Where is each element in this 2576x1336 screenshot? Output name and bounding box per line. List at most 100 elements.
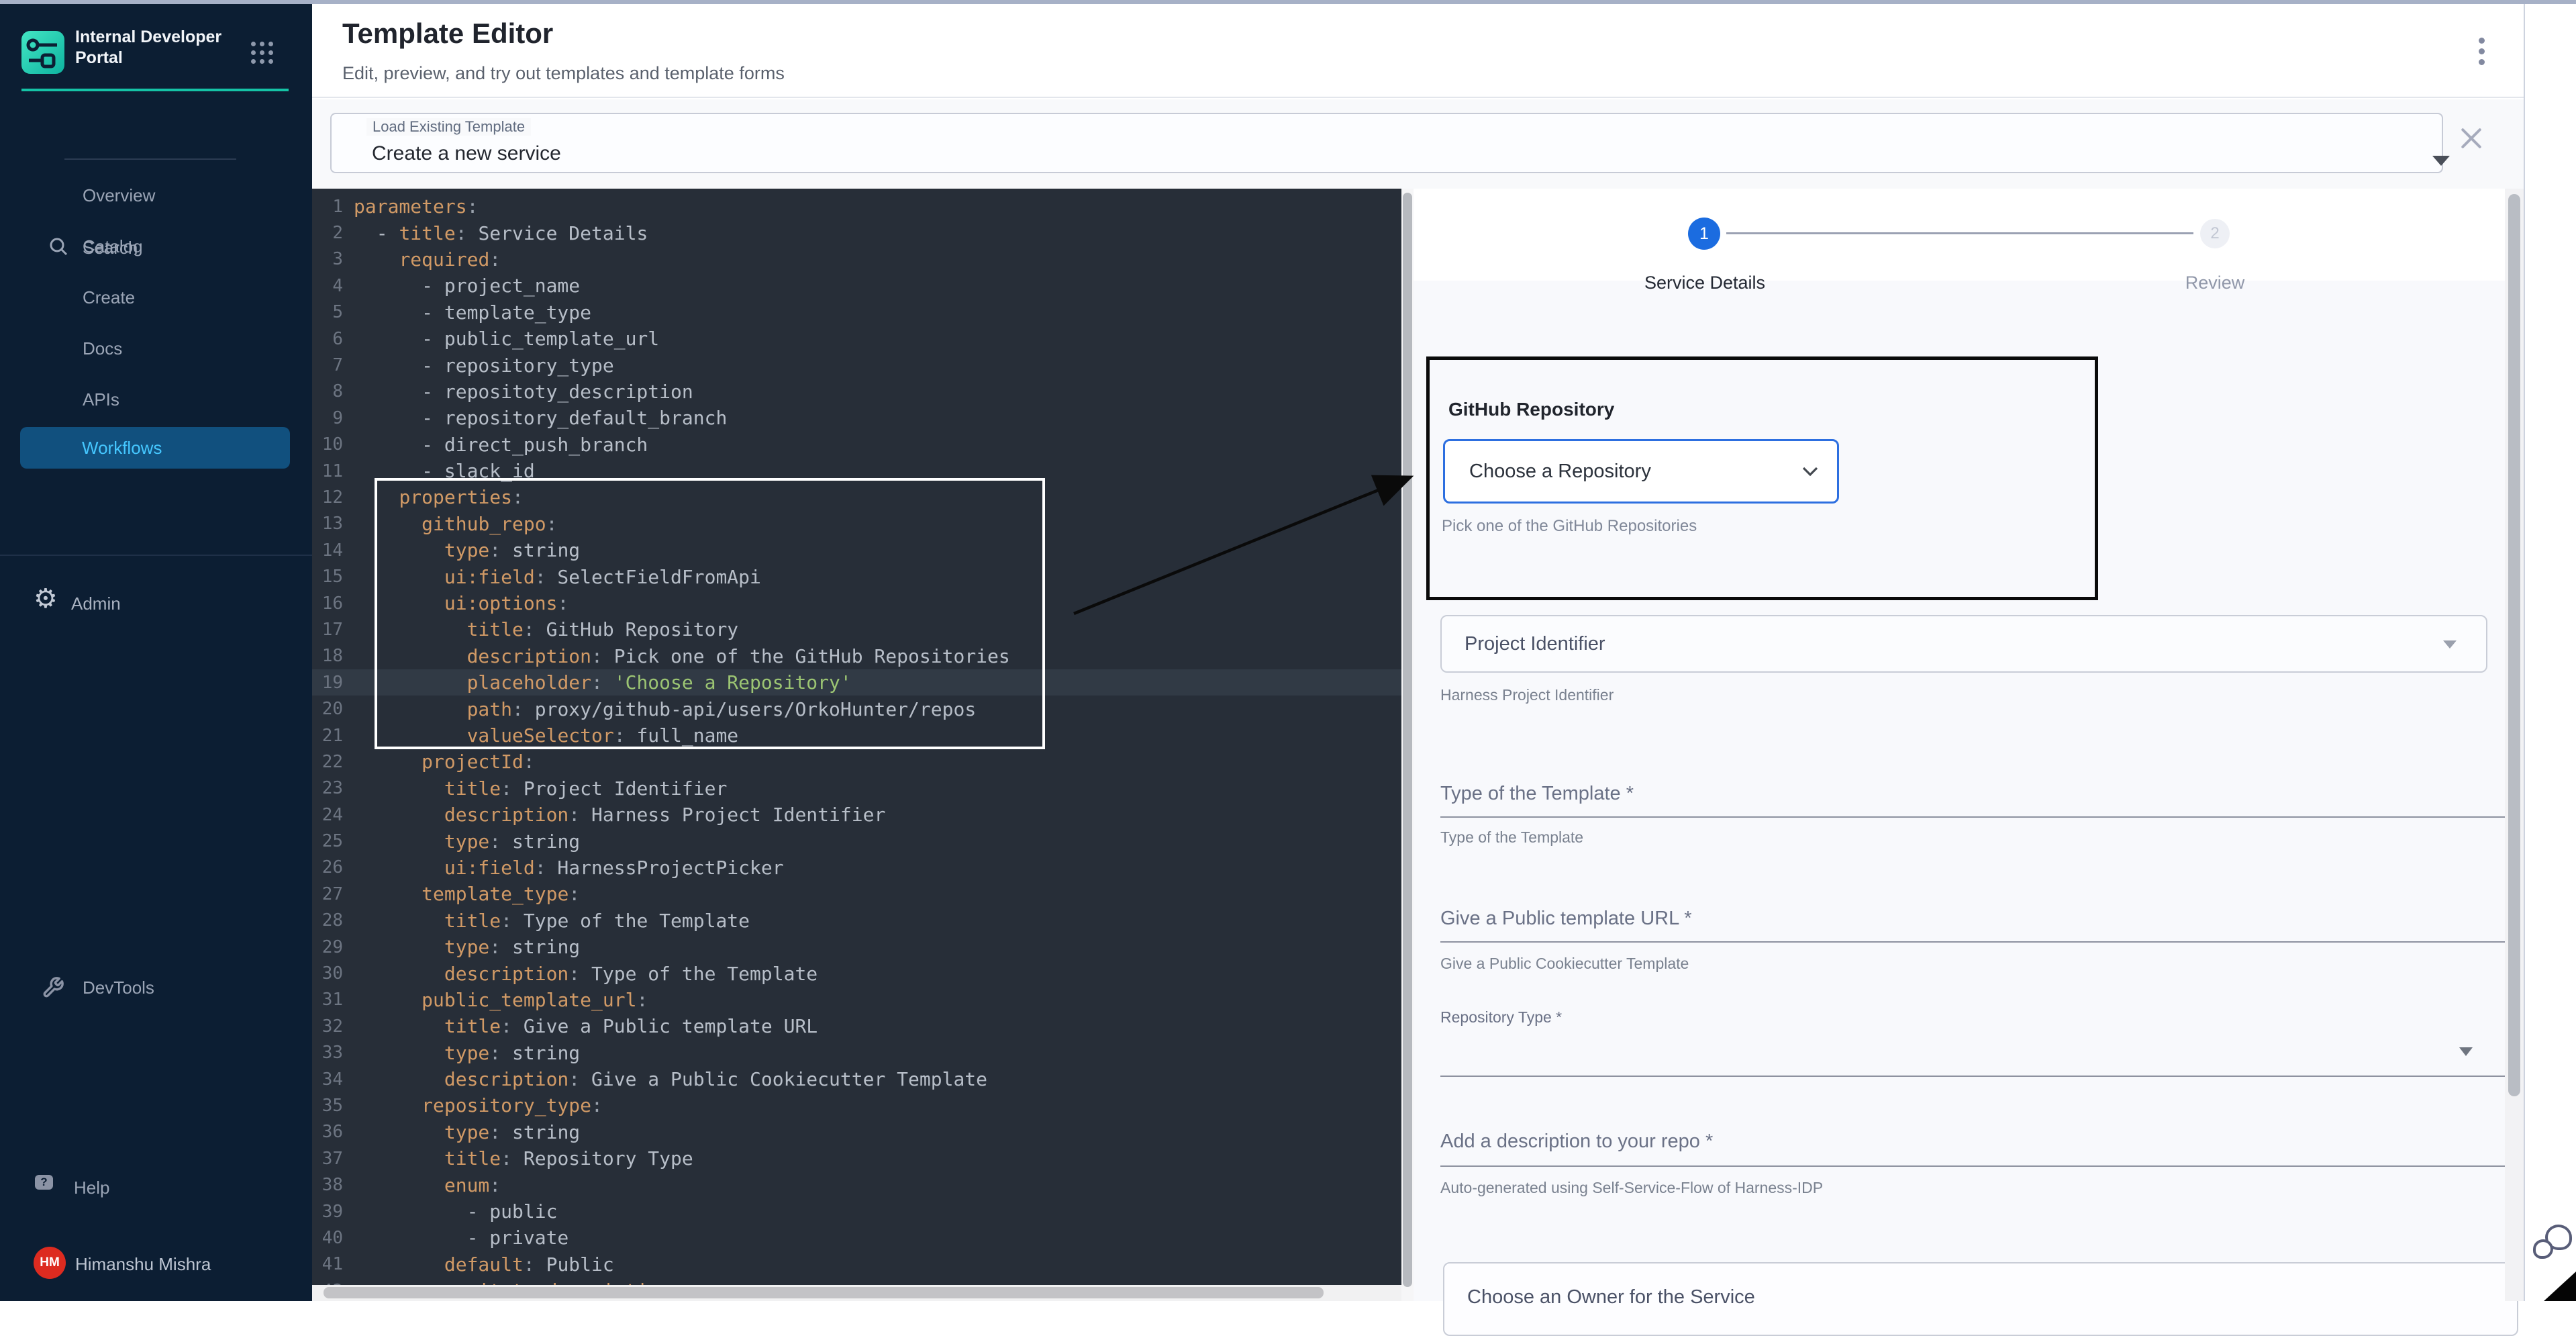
sidebar-item-label: Overview	[83, 185, 155, 205]
line-number: 22	[312, 752, 343, 772]
code-text: default: Public	[354, 1253, 614, 1276]
owner-select[interactable]: Choose an Owner for the Service	[1443, 1262, 2518, 1336]
code-line: 6 - public_template_url	[312, 326, 1401, 352]
sidebar-item-create[interactable]: Create	[0, 287, 312, 314]
code-line: 36 type: string	[312, 1119, 1401, 1145]
code-text: description: Type of the Template	[354, 963, 818, 985]
repository-type-field-underline[interactable]	[1440, 1076, 2522, 1077]
line-number: 8	[312, 381, 343, 401]
line-number: 12	[312, 487, 343, 508]
code-text: path: proxy/github-api/users/OrkoHunter/…	[354, 698, 976, 720]
github-repository-select[interactable]: Choose a Repository	[1443, 439, 1839, 504]
user-name[interactable]: Himanshu Mishra	[75, 1254, 211, 1275]
code-text: - title: Service Details	[354, 222, 648, 244]
project-identifier-select[interactable]: Project Identifier	[1440, 615, 2487, 673]
panel-vertical-scrollbar-thumb[interactable]	[2508, 194, 2520, 1096]
code-line: 21 valueSelector: full_name	[312, 722, 1401, 749]
code-line: 34 description: Give a Public Cookiecutt…	[312, 1066, 1401, 1092]
line-number: 7	[312, 355, 343, 375]
public-template-url-field-label[interactable]: Give a Public template URL *	[1440, 908, 1691, 930]
code-text: description: Give a Public Cookiecutter …	[354, 1068, 987, 1090]
kebab-menu-icon[interactable]	[2479, 38, 2485, 70]
code-line: 15 ui:field: SelectFieldFromApi	[312, 563, 1401, 589]
code-line: 41 default: Public	[312, 1251, 1401, 1278]
clear-template-button[interactable]	[2457, 124, 2486, 153]
apps-grid-icon[interactable]	[251, 42, 274, 64]
line-number: 14	[312, 540, 343, 561]
repo-description-field-label[interactable]: Add a description to your repo *	[1440, 1131, 1713, 1153]
line-number: 23	[312, 778, 343, 798]
stepper-step-2[interactable]: 2	[2200, 219, 2230, 248]
project-identifier-value: Project Identifier	[1465, 616, 1605, 671]
code-line: 30 description: Type of the Template	[312, 960, 1401, 986]
code-line: 12 properties:	[312, 484, 1401, 510]
public-template-url-field-helper: Give a Public Cookiecutter Template	[1440, 955, 1689, 973]
template-type-field-helper: Type of the Template	[1440, 828, 1583, 847]
code-text: - repository_type	[354, 354, 614, 377]
line-number: 36	[312, 1122, 343, 1142]
code-line: 28 title: Type of the Template	[312, 908, 1401, 934]
idp-logo[interactable]	[21, 31, 64, 74]
yaml-code-editor[interactable]: 1parameters:2 - title: Service Details3 …	[312, 189, 1401, 1301]
editor-horizontal-scrollbar-thumb[interactable]	[324, 1287, 1324, 1298]
code-line: 24 description: Harness Project Identifi…	[312, 802, 1401, 828]
stepper-step-1-label: Service Details	[1624, 273, 1785, 293]
line-number: 19	[312, 673, 343, 693]
code-text: - repositoty_description	[354, 381, 693, 403]
user-avatar[interactable]: HM	[34, 1247, 66, 1279]
editor-vertical-scrollbar-thumb[interactable]	[1403, 193, 1412, 1287]
line-number: 11	[312, 461, 343, 481]
sidebar-divider	[0, 555, 312, 556]
code-text: type: string	[354, 1042, 580, 1064]
repo-description-field-helper: Auto-generated using Self-Service-Flow o…	[1440, 1179, 1823, 1197]
public-template-url-field-underline[interactable]	[1440, 941, 2522, 943]
code-line: 33 type: string	[312, 1040, 1401, 1066]
idp-logo-icon	[21, 31, 64, 74]
line-number: 17	[312, 620, 343, 640]
chat-bubbles-icon[interactable]	[2533, 1225, 2571, 1262]
template-loader-band: Load Existing Template Create a new serv…	[312, 99, 2524, 189]
sidebar-item-catalog[interactable]: Catalog	[0, 236, 312, 263]
line-number: 40	[312, 1228, 343, 1248]
repo-description-field-underline[interactable]	[1440, 1165, 2522, 1167]
load-existing-template-value: Create a new service	[372, 142, 561, 165]
sidebar-item-workflows-active[interactable]: Workflows	[20, 427, 290, 469]
code-text: ui:field: HarnessProjectPicker	[354, 857, 784, 879]
code-text: title: Repository Type	[354, 1147, 693, 1170]
code-line: 18 description: Pick one of the GitHub R…	[312, 643, 1401, 669]
sidebar-item-help[interactable]: Help	[74, 1178, 109, 1198]
code-text: ui:field: SelectFieldFromApi	[354, 566, 761, 588]
line-number: 30	[312, 963, 343, 984]
app-title: Internal Developer Portal	[75, 27, 243, 68]
sidebar-item-admin[interactable]: Admin	[71, 593, 121, 614]
dropdown-caret-icon[interactable]	[2459, 1047, 2473, 1056]
code-text: projectId:	[354, 751, 535, 773]
stepper-step-1[interactable]: 1	[1688, 218, 1720, 250]
code-line: 38 enum:	[312, 1172, 1401, 1198]
sidebar-item-label: Catalog	[83, 236, 143, 256]
code-line: 27 template_type:	[312, 881, 1401, 907]
github-repository-helper: Pick one of the GitHub Repositories	[1442, 517, 1697, 536]
code-line: 26 ui:field: HarnessProjectPicker	[312, 855, 1401, 881]
template-type-field-underline[interactable]	[1440, 816, 2522, 818]
line-number: 25	[312, 831, 343, 851]
repository-type-field-label[interactable]: Repository Type *	[1440, 1008, 1562, 1027]
stepper-step-2-label: Review	[2175, 273, 2255, 293]
sidebar-item-apis[interactable]: APIs	[0, 389, 312, 416]
code-text: parameters:	[354, 195, 478, 218]
line-number: 9	[312, 408, 343, 428]
code-text: placeholder: 'Choose a Repository'	[354, 671, 852, 694]
sidebar-item-overview[interactable]: Overview	[0, 185, 312, 212]
sidebar: Internal Developer Portal Search Overvie…	[0, 4, 312, 1301]
chevron-down-icon	[1802, 467, 1818, 476]
load-existing-template-select[interactable]: Load Existing Template Create a new serv…	[330, 113, 2443, 173]
code-text: type: string	[354, 830, 580, 853]
code-line: 39 - public	[312, 1198, 1401, 1225]
code-line: 7 - repository_type	[312, 352, 1401, 378]
code-line: 32 title: Give a Public template URL	[312, 1013, 1401, 1039]
sidebar-item-search[interactable]: Search	[0, 117, 312, 152]
template-type-field-label[interactable]: Type of the Template *	[1440, 783, 1634, 805]
dropdown-caret-icon	[2432, 156, 2450, 166]
sidebar-item-devtools[interactable]: DevTools	[0, 489, 312, 522]
sidebar-item-docs[interactable]: Docs	[0, 338, 312, 365]
